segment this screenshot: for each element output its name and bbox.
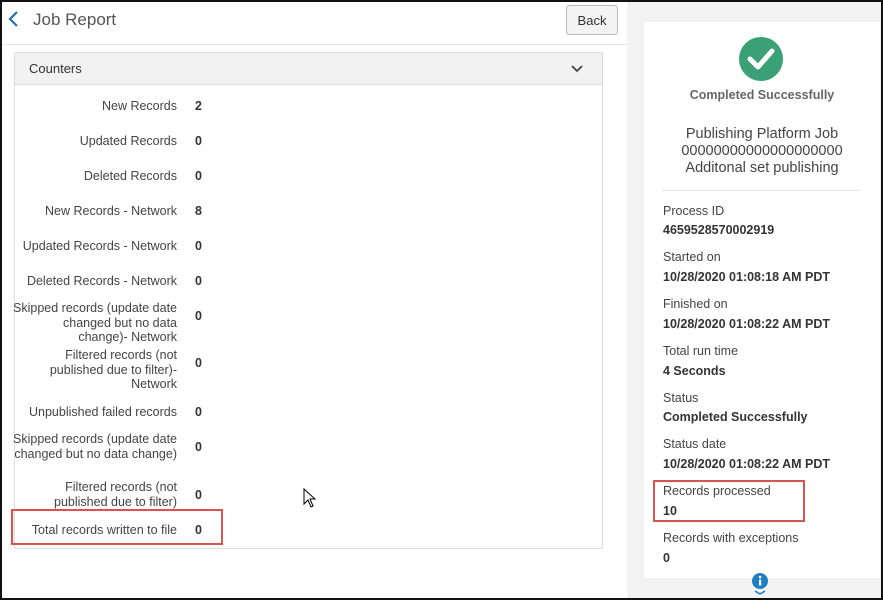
counter-value: 0 xyxy=(195,488,202,502)
counter-value: 0 xyxy=(195,356,202,370)
field-label: Process ID xyxy=(663,204,725,218)
counter-label: Unpublished failed records xyxy=(28,405,177,419)
field-value: 10/28/2020 01:08:18 AM PDT xyxy=(663,270,830,284)
counters-title: Counters xyxy=(29,61,82,76)
counter-label: Skipped records (update date changed but… xyxy=(13,432,177,461)
field-value: 4 Seconds xyxy=(663,364,726,378)
counter-value: 0 xyxy=(195,405,202,419)
counter-value: 0 xyxy=(195,239,202,253)
counter-value: 0 xyxy=(195,134,202,148)
counter-value: 0 xyxy=(195,440,202,454)
job-name-line: 00000000000000000000 xyxy=(681,143,843,159)
page-header: Job Report Back xyxy=(2,2,627,45)
counter-label: New Records - Network xyxy=(45,204,177,218)
counter-label: Deleted Records xyxy=(83,169,177,183)
field-value: 4659528570002919 xyxy=(663,223,775,237)
counter-value: 8 xyxy=(195,204,202,218)
counter-value: 0 xyxy=(195,309,202,323)
field-label: Total run time xyxy=(663,344,739,358)
field-value: 10/28/2020 01:08:22 AM PDT xyxy=(663,317,830,331)
field-label: Records with exceptions xyxy=(663,531,799,545)
highlight-box xyxy=(653,480,805,522)
counter-label: Deleted Records - Network xyxy=(26,274,177,288)
field-label: Finished on xyxy=(663,297,728,311)
mouse-cursor-icon xyxy=(303,488,317,508)
status-title: Completed Successfully xyxy=(689,88,835,102)
counter-label: Filtered records (not published due to f… xyxy=(49,348,177,391)
chevron-down-icon[interactable] xyxy=(570,62,584,76)
counter-label: Skipped records (update date changed but… xyxy=(13,301,177,344)
counter-value: 2 xyxy=(195,99,202,113)
divider xyxy=(662,190,860,191)
counter-label: New Records xyxy=(101,99,177,113)
info-icon[interactable] xyxy=(751,572,769,596)
check-circle-icon xyxy=(739,37,783,81)
job-name: Publishing Platform Job 0000000000000000… xyxy=(644,126,880,177)
page-title: Job Report xyxy=(33,10,117,29)
counters-section: Counters New Records 2 Updated Records 0… xyxy=(13,52,603,549)
chevron-left-icon[interactable] xyxy=(6,9,22,29)
job-name-line: Publishing Platform Job xyxy=(685,126,839,142)
field-value: Completed Successfully xyxy=(663,410,808,424)
field-label: Started on xyxy=(663,250,721,264)
highlight-box xyxy=(11,509,223,545)
field-value: 0 xyxy=(663,551,670,565)
field-label: Status date xyxy=(663,437,727,451)
counter-label: Filtered records (not published due to f… xyxy=(54,480,177,509)
job-name-line: Additonal set publishing xyxy=(685,160,839,176)
counter-value: 0 xyxy=(195,169,202,183)
counters-header[interactable]: Counters xyxy=(15,53,602,85)
counter-label: Updated Records xyxy=(79,134,177,148)
back-button[interactable]: Back xyxy=(566,5,618,35)
field-label: Status xyxy=(663,391,699,405)
counter-value: 0 xyxy=(195,274,202,288)
counter-label: Updated Records - Network xyxy=(22,239,177,253)
field-value: 10/28/2020 01:08:22 AM PDT xyxy=(663,457,830,471)
